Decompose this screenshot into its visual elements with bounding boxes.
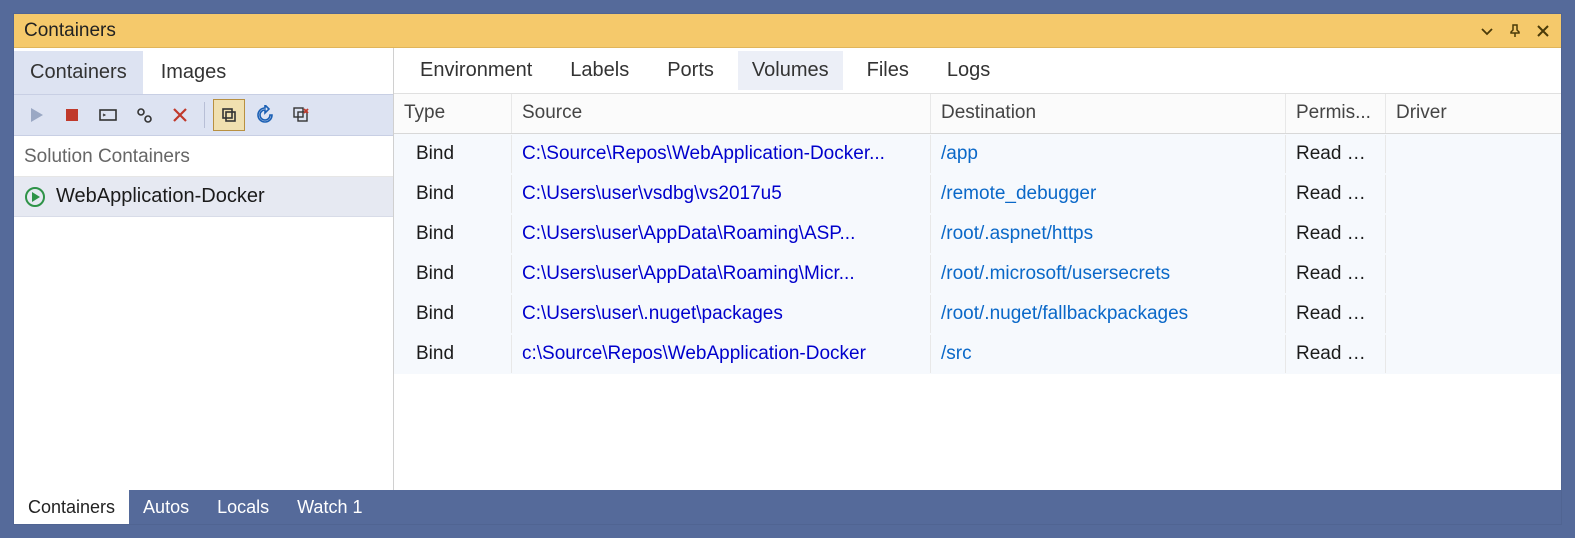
cell-driver [1386, 266, 1561, 282]
cell-driver [1386, 226, 1561, 242]
cell-source[interactable]: C:\Users\user\vsdbg\vs2017u5 [512, 175, 931, 213]
cell-type: Bind [394, 255, 512, 293]
terminal-button[interactable] [92, 99, 124, 131]
detail-tabs: Environment Labels Ports Volumes Files L… [394, 48, 1561, 94]
tab-labels[interactable]: Labels [556, 51, 643, 90]
cell-destination[interactable]: /root/.microsoft/usersecrets [931, 255, 1286, 293]
tab-images[interactable]: Images [145, 51, 243, 94]
copy-button[interactable] [213, 99, 245, 131]
tab-volumes[interactable]: Volumes [738, 51, 843, 90]
table-row[interactable]: BindC:\Users\user\AppData\Roaming\Micr..… [394, 254, 1561, 294]
cell-destination[interactable]: /root/.aspnet/https [931, 215, 1286, 253]
cell-permissions: Read write [1286, 175, 1386, 213]
cell-type: Bind [394, 335, 512, 373]
cell-driver [1386, 146, 1561, 162]
left-pane: Containers Images Solution Containers [14, 48, 394, 490]
container-name: WebApplication-Docker [56, 185, 265, 208]
cell-destination[interactable]: /remote_debugger [931, 175, 1286, 213]
tab-environment[interactable]: Environment [406, 51, 546, 90]
col-driver[interactable]: Driver [1386, 94, 1561, 133]
cell-type: Bind [394, 175, 512, 213]
titlebar: Containers [14, 14, 1561, 48]
cell-type: Bind [394, 215, 512, 253]
cell-source[interactable]: C:\Users\user\.nuget\packages [512, 295, 931, 333]
table-row[interactable]: BindC:\Users\user\vsdbg\vs2017u5/remote_… [394, 174, 1561, 214]
section-label: Solution Containers [14, 136, 393, 177]
volumes-grid: Type Source Destination Permis... Driver… [394, 94, 1561, 490]
close-icon[interactable] [1531, 19, 1555, 43]
pin-icon[interactable] [1503, 19, 1527, 43]
container-item[interactable]: WebApplication-Docker [14, 177, 393, 217]
toolbar-separator [204, 102, 205, 128]
details-pane: Environment Labels Ports Volumes Files L… [394, 48, 1561, 490]
table-row[interactable]: Bindc:\Source\Repos\WebApplication-Docke… [394, 334, 1561, 374]
bottom-tab-containers[interactable]: Containers [14, 490, 129, 524]
delete-button[interactable] [164, 99, 196, 131]
cell-destination[interactable]: /root/.nuget/fallbackpackages [931, 295, 1286, 333]
left-tabs: Containers Images [14, 48, 393, 94]
cell-source[interactable]: C:\Users\user\AppData\Roaming\Micr... [512, 255, 931, 293]
cell-driver [1386, 186, 1561, 202]
tab-files[interactable]: Files [853, 51, 923, 90]
table-row[interactable]: BindC:\Users\user\AppData\Roaming\ASP...… [394, 214, 1561, 254]
bottom-tab-autos[interactable]: Autos [129, 490, 203, 524]
tab-logs[interactable]: Logs [933, 51, 1004, 90]
stop-button[interactable] [56, 99, 88, 131]
cell-source[interactable]: C:\Source\Repos\WebApplication-Docker... [512, 135, 931, 173]
refresh-button[interactable] [249, 99, 281, 131]
grid-header: Type Source Destination Permis... Driver [394, 94, 1561, 134]
bottom-tab-locals[interactable]: Locals [203, 490, 283, 524]
start-button[interactable] [20, 99, 52, 131]
cell-type: Bind [394, 295, 512, 333]
cell-driver [1386, 306, 1561, 322]
cell-source[interactable]: c:\Source\Repos\WebApplication-Docker [512, 335, 931, 373]
col-source[interactable]: Source [512, 94, 931, 133]
cell-permissions: Read write [1286, 335, 1386, 373]
table-row[interactable]: BindC:\Users\user\.nuget\packages/root/.… [394, 294, 1561, 334]
window-title: Containers [24, 20, 116, 42]
tab-containers[interactable]: Containers [14, 51, 143, 94]
containers-panel: Containers Containers Images [14, 14, 1561, 524]
cell-destination[interactable]: /app [931, 135, 1286, 173]
settings-button[interactable] [128, 99, 160, 131]
bottom-tabs: Containers Autos Locals Watch 1 [14, 490, 1561, 524]
container-toolbar [14, 94, 393, 136]
cell-permissions: Read only [1286, 255, 1386, 293]
window-options-icon[interactable] [1475, 19, 1499, 43]
bottom-tab-watch1[interactable]: Watch 1 [283, 490, 376, 524]
prune-button[interactable] [285, 99, 317, 131]
col-type[interactable]: Type [394, 94, 512, 133]
cell-driver [1386, 346, 1561, 362]
cell-destination[interactable]: /src [931, 335, 1286, 373]
cell-permissions: Read write [1286, 295, 1386, 333]
tab-ports[interactable]: Ports [653, 51, 728, 90]
cell-permissions: Read only [1286, 215, 1386, 253]
table-row[interactable]: BindC:\Source\Repos\WebApplication-Docke… [394, 134, 1561, 174]
col-permissions[interactable]: Permis... [1286, 94, 1386, 133]
cell-source[interactable]: C:\Users\user\AppData\Roaming\ASP... [512, 215, 931, 253]
col-destination[interactable]: Destination [931, 94, 1286, 133]
cell-type: Bind [394, 135, 512, 173]
running-icon [24, 186, 46, 208]
cell-permissions: Read write [1286, 135, 1386, 173]
